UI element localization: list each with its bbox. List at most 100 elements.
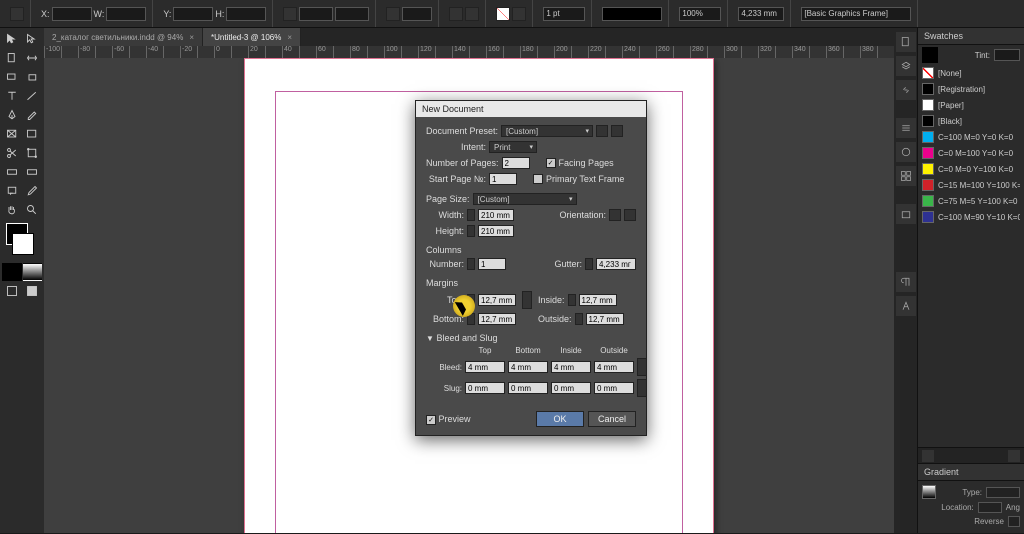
gradient-swatch-tool[interactable] [2, 163, 22, 181]
swatch-row[interactable]: [None] [918, 65, 1024, 81]
fill-icon[interactable] [496, 7, 510, 21]
margin-outside-field[interactable] [586, 313, 624, 325]
character-panel-icon[interactable] [896, 296, 916, 316]
orientation-landscape[interactable] [624, 209, 636, 221]
scale-x[interactable] [299, 7, 333, 21]
cancel-button[interactable]: Cancel [588, 411, 636, 427]
x-field[interactable] [52, 7, 92, 21]
bleed-bottom[interactable] [508, 361, 548, 373]
cc-libraries-icon[interactable] [896, 204, 916, 224]
height-field[interactable] [478, 225, 514, 237]
stroke-icon[interactable] [512, 7, 526, 21]
slug-outside[interactable] [594, 382, 634, 394]
facing-checkbox[interactable]: ✓ [546, 158, 556, 168]
width-stepper[interactable] [467, 209, 475, 221]
eyedropper-tool[interactable] [23, 182, 43, 200]
margin-inside-field[interactable] [579, 294, 617, 306]
swatch-row[interactable]: C=0 M=0 Y=100 K=0 [918, 161, 1024, 177]
ok-button[interactable]: OK [536, 411, 584, 427]
reverse-button[interactable] [1008, 516, 1020, 527]
swatch-row[interactable]: C=100 M=0 Y=0 K=0 [918, 129, 1024, 145]
preset-dd[interactable]: [Custom] [501, 125, 593, 137]
intent-dd[interactable]: Print [489, 141, 537, 153]
slug-top[interactable] [465, 382, 505, 394]
ref-point-icon[interactable] [10, 7, 24, 21]
swatch-row[interactable]: [Black] [918, 113, 1024, 129]
flip-h-icon[interactable] [449, 7, 463, 21]
cols-field[interactable] [478, 258, 506, 270]
zoom-dd[interactable]: 100% [679, 7, 721, 21]
apply-color-icon[interactable] [2, 263, 22, 281]
gradient-panel-header[interactable]: Gradient [918, 464, 1024, 481]
flip-v-icon[interactable] [465, 7, 479, 21]
slug-bottom[interactable] [508, 382, 548, 394]
pages-field[interactable] [502, 157, 530, 169]
rotate-field[interactable] [402, 7, 432, 21]
page-tool[interactable] [2, 49, 22, 67]
object-style-dd[interactable]: [Basic Graphics Frame] [801, 7, 911, 21]
orientation-portrait[interactable] [609, 209, 621, 221]
line-tool[interactable] [23, 87, 43, 105]
gap-field[interactable] [738, 7, 784, 21]
save-preset-icon[interactable] [596, 125, 608, 137]
delete-preset-icon[interactable] [611, 125, 623, 137]
close-icon[interactable]: × [287, 33, 292, 42]
slug-inside[interactable] [551, 382, 591, 394]
stroke-swatch[interactable] [12, 233, 34, 255]
fill-proxy[interactable] [922, 47, 938, 63]
bleed-outside[interactable] [594, 361, 634, 373]
page-size-dd[interactable]: [Custom] [473, 193, 577, 205]
margin-top-field[interactable] [478, 294, 516, 306]
content-collector-tool[interactable] [2, 68, 22, 86]
swatch-row[interactable]: [Paper] [918, 97, 1024, 113]
gutter-field[interactable] [596, 258, 636, 270]
rectangle-frame-tool[interactable] [2, 125, 22, 143]
selection-tool[interactable] [2, 30, 22, 48]
gradient-type-dd[interactable] [986, 487, 1020, 498]
ruler-horizontal[interactable]: -100-80-60-40-20020406080100120140160180… [44, 46, 894, 58]
scissors-tool[interactable] [2, 144, 22, 162]
swatches-panel-icon[interactable] [896, 166, 916, 186]
scale-icon[interactable] [283, 7, 297, 21]
swatch-row[interactable]: C=15 M=100 Y=100 K=0 [918, 177, 1024, 193]
outside-stepper[interactable] [575, 313, 583, 325]
swatch-row[interactable]: C=0 M=100 Y=0 K=0 [918, 145, 1024, 161]
preview-view-icon[interactable] [23, 282, 43, 300]
apply-gradient-icon[interactable] [23, 263, 43, 281]
content-placer-tool[interactable] [23, 68, 43, 86]
gap-tool[interactable] [23, 49, 43, 67]
swatch-row[interactable]: [Registration] [918, 81, 1024, 97]
start-field[interactable] [489, 173, 517, 185]
gradient-feather-tool[interactable] [23, 163, 43, 181]
ptf-checkbox[interactable] [533, 174, 543, 184]
bleed-top[interactable] [465, 361, 505, 373]
top-stepper[interactable] [467, 294, 475, 306]
swatch-row[interactable]: C=100 M=90 Y=10 K=0 [918, 209, 1024, 225]
tint-field[interactable] [994, 49, 1020, 61]
gutter-stepper[interactable] [585, 258, 593, 270]
height-stepper[interactable] [467, 225, 475, 237]
link-slug-icon[interactable] [637, 379, 647, 397]
scale-y[interactable] [335, 7, 369, 21]
rectangle-tool[interactable] [23, 125, 43, 143]
pencil-tool[interactable] [23, 106, 43, 124]
inside-stepper[interactable] [568, 294, 576, 306]
new-swatch-icon[interactable] [922, 450, 934, 462]
doc-tab-1[interactable]: 2_каталог светильники.indd @ 94%× [44, 28, 203, 46]
preview-checkbox[interactable]: ✓ [426, 415, 436, 425]
bottom-stepper[interactable] [467, 313, 475, 325]
close-icon[interactable]: × [189, 33, 194, 42]
width-field[interactable] [478, 209, 514, 221]
h-field[interactable] [226, 7, 266, 21]
note-tool[interactable] [2, 182, 22, 200]
swatches-panel-header[interactable]: Swatches [918, 28, 1024, 45]
cols-stepper[interactable] [467, 258, 475, 270]
w-field[interactable] [106, 7, 146, 21]
type-tool[interactable] [2, 87, 22, 105]
stroke-style-dd[interactable] [602, 7, 662, 21]
links-panel-icon[interactable] [896, 80, 916, 100]
delete-swatch-icon[interactable] [1008, 450, 1020, 462]
paragraph-panel-icon[interactable] [896, 272, 916, 292]
link-bleed-icon[interactable] [637, 358, 647, 376]
bleed-inside[interactable] [551, 361, 591, 373]
